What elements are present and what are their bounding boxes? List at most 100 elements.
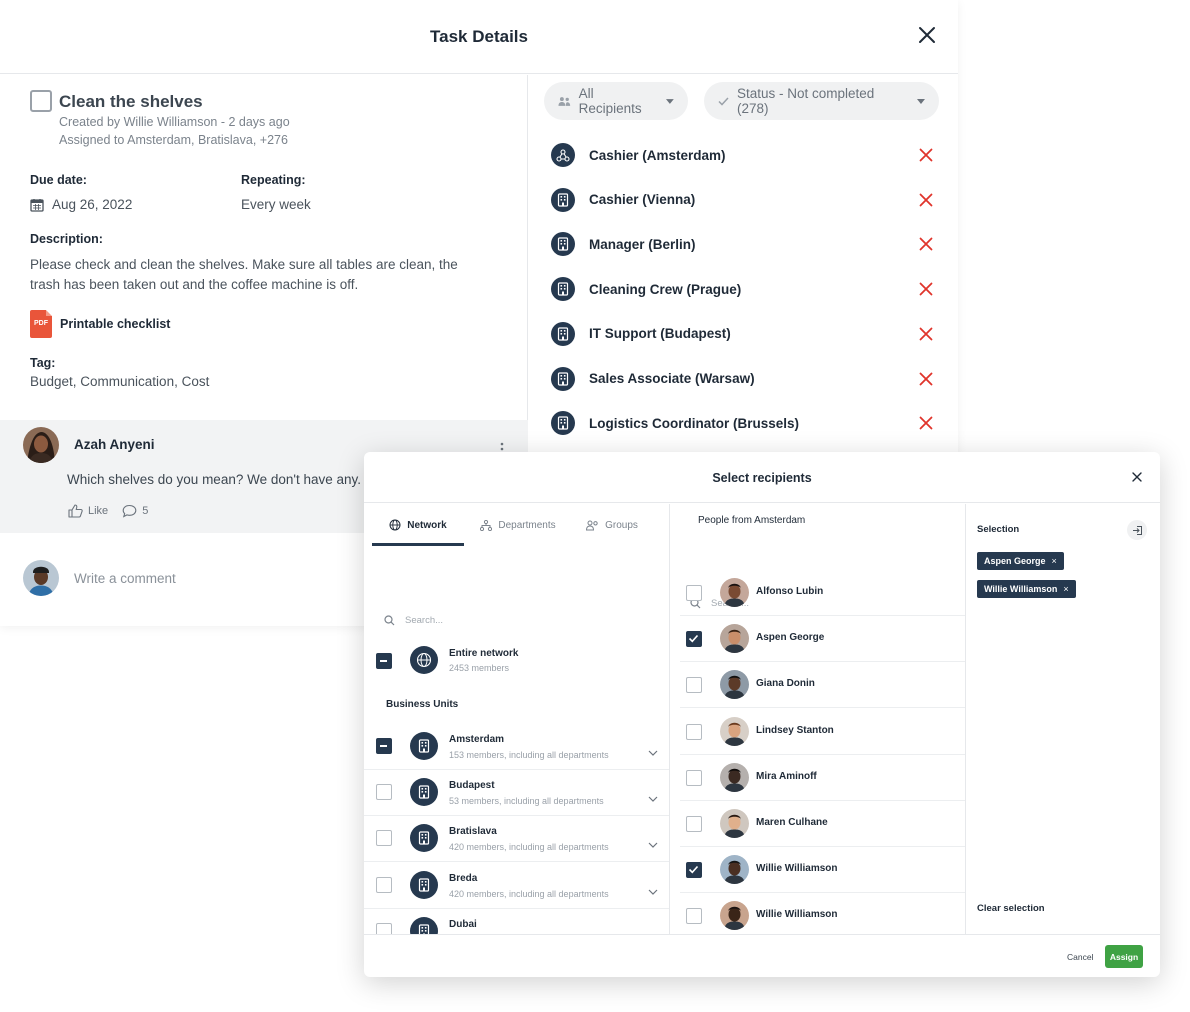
tab-departments[interactable]: Departments [464,504,572,546]
unit-name: Dubai [449,918,477,930]
person-row[interactable]: Lindsey Stanton [680,709,965,755]
remove-chip-icon[interactable]: × [1052,556,1057,566]
unit-name: Budapest [449,780,495,792]
page-title: Task Details [430,27,528,46]
tab-network[interactable]: Network [372,504,464,546]
task-created-meta: Created by Willie Williamson - 2 days ag… [59,115,290,129]
remove-recipient-icon[interactable] [919,237,933,251]
unit-members: 53 members, including all departments [449,796,604,807]
comment-author: Azah Anyeni [74,437,155,452]
remove-recipient-icon[interactable] [919,372,933,386]
person-checkbox[interactable] [686,677,702,694]
recipient-label: IT Support (Budapest) [589,326,731,342]
assign-button[interactable]: Assign [1105,945,1143,968]
business-units-heading: Business Units [386,699,459,710]
business-unit-row[interactable]: Dubai420 members, including all departme… [364,909,669,934]
selection-column: Selection Aspen George × Willie Williamson… [966,504,1160,934]
modal-footer: Cancel Assign [364,934,1160,977]
avatar [720,855,749,885]
unit-checkbox[interactable] [376,830,392,847]
business-unit-row[interactable]: Bratislava 420 members, including all dep… [364,816,669,863]
chevron-down-icon[interactable] [648,882,658,895]
cancel-button[interactable]: Cancel [1067,952,1093,962]
recipient-row: Cashier (Vienna) [529,178,949,222]
person-row[interactable]: Giana Donin [680,662,965,709]
person-name: Giana Donin [756,678,815,690]
person-checkbox[interactable] [686,723,702,740]
unit-checkbox[interactable] [376,738,392,754]
person-row[interactable]: Alfonso Lubin [680,570,965,616]
entire-network-members: 2453 members [449,663,510,673]
building-icon [410,916,438,934]
recipients-filter-dropdown[interactable]: All Recipients [544,82,688,120]
remove-recipient-icon[interactable] [919,148,933,162]
repeating-label: Repeating: [241,173,306,187]
unit-name: Amsterdam [449,734,505,745]
selection-chip-label: Aspen George [984,556,1046,566]
comment-input[interactable]: Write a comment [74,571,176,586]
close-icon[interactable] [918,26,936,44]
tag-label: Tag: [30,356,56,370]
building-icon [551,277,575,302]
person-checkbox[interactable] [686,585,702,601]
chevron-down-icon[interactable] [648,835,658,849]
clear-selection-button[interactable]: Clear selection [977,903,1045,914]
status-filter-dropdown[interactable]: Status - Not completed (278) [704,82,939,120]
business-unit-row[interactable]: Breda 420 members, including all departme… [364,863,669,909]
avatar [720,578,749,607]
chevron-down-icon[interactable] [648,928,658,934]
selection-chip: Willie Williamson × [977,580,1076,598]
attachment-link[interactable]: Printable checklist [60,317,170,331]
task-complete-checkbox[interactable] [30,90,52,112]
search-placeholder: Search... [405,615,444,626]
selection-chip-label: Willie Williamson [984,584,1058,594]
chevron-down-icon[interactable] [648,789,658,803]
reply-count-button[interactable]: 5 [122,504,148,518]
entire-network-checkbox[interactable] [376,653,392,669]
network-search-input[interactable]: Search... [384,615,443,626]
avatar [720,624,749,654]
business-unit-row[interactable]: Budapest 53 members, including all depart… [364,770,669,817]
chevron-down-icon[interactable] [648,743,658,756]
like-button[interactable]: Like [68,504,108,518]
unit-checkbox[interactable] [376,784,392,801]
entire-network-name: Entire network [449,648,519,659]
tab-groups[interactable]: Groups [572,504,652,546]
globe-icon [410,646,438,674]
recipient-label: Cashier (Amsterdam) [589,147,726,163]
business-unit-row[interactable]: Amsterdam 153 members, including all depa… [364,724,669,770]
recipient-label: Cashier (Vienna) [589,192,696,208]
person-checkbox[interactable] [686,769,702,786]
close-icon[interactable] [1132,472,1142,482]
remove-recipient-icon[interactable] [919,327,933,341]
recipient-row: Cleaning Crew (Prague) [529,267,949,311]
person-checkbox[interactable] [686,816,702,832]
recipients-column: All Recipients Status - Not completed (2… [529,75,958,455]
repeating-value: Every week [241,197,311,212]
person-row[interactable]: Willie Williamson [680,847,965,894]
caret-down-icon [666,98,674,104]
recipient-row: Manager (Berlin) [529,222,949,266]
unit-checkbox[interactable] [376,922,392,934]
check-icon [718,97,729,106]
export-selection-button[interactable] [1127,520,1147,540]
person-name: Willie Williamson [756,863,838,875]
recipient-label: Cleaning Crew (Prague) [589,281,742,297]
person-row[interactable]: Aspen George [680,616,965,663]
recipient-label: Manager (Berlin) [589,236,696,252]
remove-recipient-icon[interactable] [919,282,933,296]
remove-recipient-icon[interactable] [919,416,933,430]
remove-chip-icon[interactable]: × [1063,584,1068,594]
unit-name: Bratislava [449,826,497,838]
task-title: Clean the shelves [59,92,203,111]
person-row[interactable]: Willie Williamson [680,893,965,934]
person-row[interactable]: Mira Aminoff [680,755,965,801]
person-row[interactable]: Maren Culhane [680,801,965,847]
person-checkbox[interactable] [686,631,702,648]
unit-checkbox[interactable] [376,876,392,893]
chat-bubble-icon [122,504,137,518]
remove-recipient-icon[interactable] [919,193,933,207]
person-checkbox[interactable] [686,908,702,925]
recipient-label: Sales Associate (Warsaw) [589,371,755,386]
person-checkbox[interactable] [686,862,702,879]
